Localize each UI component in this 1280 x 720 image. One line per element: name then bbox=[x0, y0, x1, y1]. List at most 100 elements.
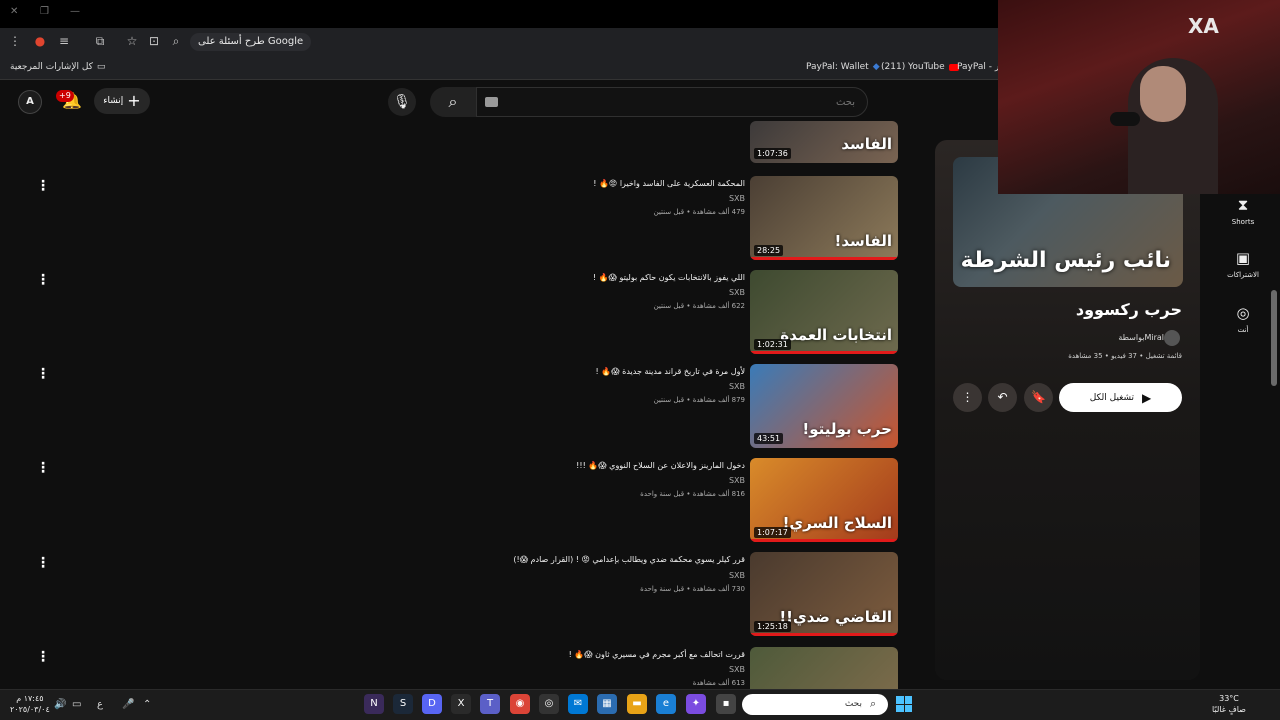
taskbar-clock[interactable]: ١٧:٤٥ م ٢٠٢٥/٠٣/٠٤ bbox=[10, 693, 50, 715]
maximize-window-icon[interactable]: ❐ bbox=[40, 6, 49, 17]
save-playlist-bookmark-icon[interactable]: 🔖 bbox=[1024, 383, 1053, 412]
guide-shorts[interactable]: ⧗ Shorts bbox=[1222, 196, 1264, 226]
all-bookmarks-button[interactable]: كل الإشارات المرجعية ▭ bbox=[10, 62, 105, 72]
taskbar-search-box[interactable]: بحث bbox=[742, 694, 888, 715]
obs-app-icon[interactable]: ◎ bbox=[539, 694, 559, 714]
video-meta: 479 ألف مشاهدة • قبل سنتين bbox=[653, 208, 745, 216]
create-button[interactable]: إنشاء + bbox=[94, 88, 150, 114]
owner-avatar[interactable] bbox=[1164, 330, 1180, 346]
playlist-meta: قائمة تشغيل • 37 فيديو • 35 مشاهدة bbox=[1068, 352, 1182, 360]
video-meta: 816 ألف مشاهدة • قبل سنة واحدة bbox=[640, 490, 745, 498]
video-thumbnail[interactable]: السلاح السري! 1:07:17 bbox=[750, 458, 898, 542]
video-more-actions-button[interactable]: ⋮ bbox=[36, 271, 50, 289]
edge-app-icon[interactable]: e bbox=[656, 694, 676, 714]
copilot-app-icon[interactable]: ✦ bbox=[686, 694, 706, 714]
file-explorer-icon[interactable]: ▬ bbox=[627, 694, 647, 714]
video-duration: 1:02:31 bbox=[754, 339, 791, 350]
video-title[interactable]: دخول المارينز والاعلان عن السلاح النووي … bbox=[576, 461, 745, 470]
chevron-up-icon[interactable]: ⌃ bbox=[143, 699, 151, 710]
plus-icon: + bbox=[127, 91, 141, 110]
video-thumbnail[interactable]: حرب بوليتو! 43:51 bbox=[750, 364, 898, 448]
more-options-icon[interactable]: ⋮ bbox=[953, 383, 982, 412]
ask-google-label: طرح أسئلة على Google bbox=[198, 36, 304, 47]
watch-progress-bar bbox=[750, 539, 898, 542]
account-avatar[interactable]: A bbox=[18, 90, 42, 114]
video-title[interactable]: قرر كيلر يسوي محكمة ضدي ويطالب بإعدامي 😡… bbox=[513, 555, 745, 564]
video-thumbnail[interactable]: انتخابات العمدة 1:02:31 bbox=[750, 270, 898, 354]
thumbnail-text: الفاسد bbox=[841, 135, 892, 153]
video-channel[interactable]: SXB bbox=[729, 288, 745, 297]
share-icon[interactable]: ↶ bbox=[988, 383, 1017, 412]
thumbnail-text: انتخابات العمدة bbox=[780, 326, 892, 344]
guide-subscriptions[interactable]: ▣ الاشتراكات bbox=[1222, 249, 1264, 279]
video-more-actions-button[interactable]: ⋮ bbox=[36, 177, 50, 195]
network-icon[interactable]: ▭ bbox=[72, 699, 81, 710]
extensions-puzzle-icon[interactable]: ⧉ bbox=[92, 34, 108, 49]
playlist-owner[interactable]: بواسطةMiral bbox=[1118, 333, 1164, 342]
keyboard-icon[interactable] bbox=[485, 97, 498, 107]
nzxt-app-icon[interactable]: N bbox=[364, 694, 384, 714]
create-label: إنشاء bbox=[103, 96, 124, 106]
mail-app-icon[interactable]: ✉ bbox=[568, 694, 588, 714]
microphone-icon bbox=[1110, 112, 1140, 126]
ask-google-chip[interactable]: طرح أسئلة على Google bbox=[190, 33, 312, 51]
video-age: قبل سنة واحدة bbox=[640, 490, 685, 498]
video-channel[interactable]: SXB bbox=[729, 571, 745, 580]
video-more-actions-button[interactable]: ⋮ bbox=[36, 554, 50, 572]
video-channel[interactable]: SXB bbox=[729, 194, 745, 203]
bookmark-star-icon[interactable]: ☆ bbox=[124, 34, 140, 48]
media-controls-icon[interactable]: ≡ bbox=[56, 34, 72, 48]
xbox-app-icon[interactable]: X bbox=[451, 694, 471, 714]
steam-app-icon[interactable]: S bbox=[393, 694, 413, 714]
search-input[interactable] bbox=[477, 88, 867, 116]
zoom-icon[interactable]: ⌕ bbox=[168, 34, 184, 49]
language-indicator[interactable]: ع bbox=[97, 699, 103, 710]
video-thumbnail[interactable] bbox=[750, 647, 898, 689]
weather-widget[interactable]: 33°C صافٍ غالبًا bbox=[1212, 693, 1246, 715]
video-duration: 1:07:17 bbox=[754, 527, 791, 538]
weather-desc: صافٍ غالبًا bbox=[1212, 705, 1246, 714]
clock-date: ٢٠٢٥/٠٣/٠٤ bbox=[10, 705, 50, 714]
discord-app-icon[interactable]: D bbox=[422, 694, 442, 714]
bookmark-youtube[interactable]: (211) YouTube bbox=[881, 62, 959, 72]
chrome-app-icon[interactable]: ◉ bbox=[510, 694, 530, 714]
teams-app-icon[interactable]: T bbox=[480, 694, 500, 714]
clock-time: ١٧:٤٥ م bbox=[16, 694, 44, 703]
notification-count-badge: +9 bbox=[56, 90, 74, 102]
guide-you[interactable]: ◎ أنت bbox=[1222, 304, 1264, 334]
video-age: قبل سنتين bbox=[653, 208, 685, 216]
video-thumbnail[interactable]: الفاسد! 28:25 bbox=[750, 176, 898, 260]
close-window-icon[interactable]: ✕ bbox=[10, 6, 18, 17]
microphone-tray-icon[interactable]: 🎤 bbox=[122, 699, 134, 710]
play-icon: ▶ bbox=[1142, 390, 1152, 405]
video-more-actions-button[interactable]: ⋮ bbox=[36, 648, 50, 666]
thumbnail-text: الفاسد! bbox=[834, 232, 892, 250]
watch-progress-bar bbox=[750, 633, 898, 636]
video-channel[interactable]: SXB bbox=[729, 665, 745, 674]
video-title[interactable]: المحكمة العسكرية على الفاسد واخيرا 😡🔥 ! bbox=[593, 179, 745, 188]
extension-icon[interactable]: ● bbox=[32, 34, 48, 48]
store-app-icon[interactable]: ▦ bbox=[597, 694, 617, 714]
video-title[interactable]: قررت اتحالف مع أكبر مجرم في مسيري ثاون 😱… bbox=[569, 650, 745, 659]
video-title[interactable]: لأول مرة في تاريخ قراند مدينة جديدة 😱🔥 ! bbox=[596, 367, 745, 376]
video-title[interactable]: اللي يفوز بالانتخابات يكون حاكم بوليتو 😱… bbox=[593, 273, 745, 282]
search-icon[interactable]: ⌕ bbox=[430, 87, 476, 117]
video-channel[interactable]: SXB bbox=[729, 476, 745, 485]
install-app-icon[interactable]: ⊡ bbox=[146, 34, 162, 48]
video-channel[interactable]: SXB bbox=[729, 382, 745, 391]
play-all-button[interactable]: تشغيل الكل ▶ bbox=[1059, 383, 1182, 412]
bookmark-paypal-wallet[interactable]: PayPal: Wallet ◆ bbox=[806, 62, 880, 72]
video-more-actions-button[interactable]: ⋮ bbox=[36, 365, 50, 383]
video-age: قبل سنتين bbox=[653, 302, 685, 310]
windows-start-icon[interactable] bbox=[896, 696, 912, 712]
minimize-window-icon[interactable]: — bbox=[70, 6, 80, 17]
browser-menu-icon[interactable]: ⋮ bbox=[7, 34, 23, 48]
video-thumbnail[interactable]: القاضي ضدي!! 1:25:18 bbox=[750, 552, 898, 636]
video-thumbnail[interactable]: الفاسد 1:07:36 bbox=[750, 121, 898, 163]
page-scrollbar[interactable] bbox=[1271, 290, 1277, 386]
voice-search-mic-icon[interactable]: 🎙 bbox=[388, 88, 416, 116]
volume-icon[interactable]: 🔊 bbox=[54, 699, 66, 710]
video-more-actions-button[interactable]: ⋮ bbox=[36, 459, 50, 477]
guide-label: الاشتراكات bbox=[1227, 271, 1259, 279]
desktop-app-icon[interactable]: ▪ bbox=[716, 694, 736, 714]
